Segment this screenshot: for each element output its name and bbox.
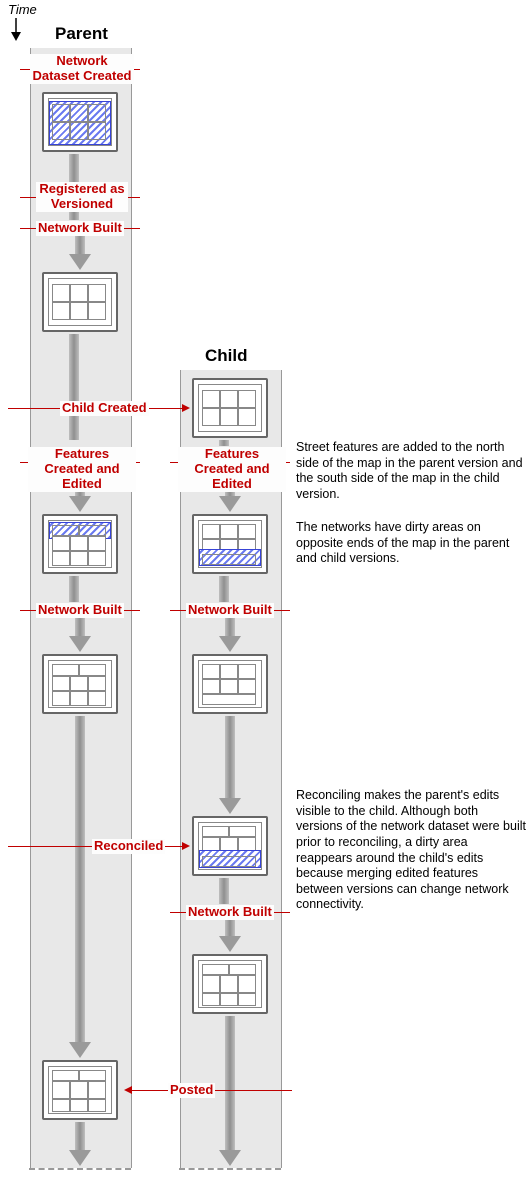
flow-arrow-icon [69,1122,91,1166]
event-label-net-built-child: Network Built [186,603,274,618]
note-3: Reconciling makes the parent's edits vis… [296,788,526,913]
event-label-feat-edited-child: Features Created and Edited [178,447,286,492]
flow-arrow-icon [219,918,241,952]
flow-arrow-icon [219,1016,241,1166]
flow-arrow-icon [69,716,91,1058]
child-lane-end [179,1168,281,1170]
event-label-reconciled: Reconciled [92,839,165,854]
flow-arrow-icon [219,716,241,814]
child-map-initial [192,378,268,438]
flow-arrow-icon [69,576,79,602]
arrow-right-icon [182,404,190,412]
parent-map-initial [42,92,118,152]
child-map-built [192,654,268,714]
flow-arrow-icon [69,618,91,652]
event-label-registered: Registered as Versioned [36,182,128,212]
parent-lane-end [29,1168,131,1170]
flow-arrow-icon [69,334,79,440]
flow-arrow-icon [69,236,91,270]
flow-arrow-icon [219,618,241,652]
arrow-right-icon [182,842,190,850]
event-label-child-created: Child Created [60,401,149,416]
parent-column-header: Parent [55,24,108,44]
parent-map-built [42,272,118,332]
event-label-nd-created: Network Dataset Created [30,54,134,84]
child-column-header: Child [205,346,248,366]
flow-arrow-icon [219,878,229,904]
parent-map-posted [42,1060,118,1120]
event-label-net-built-parent2: Network Built [36,603,124,618]
flow-arrow-icon [69,212,79,220]
note-2: The networks have dirty areas on opposit… [296,520,526,567]
event-label-posted: Posted [168,1083,215,1098]
flow-arrow-icon [219,576,229,602]
event-label-net-built-child2: Network Built [186,905,274,920]
child-map-built2 [192,954,268,1014]
child-map-edited [192,514,268,574]
parent-map-built2 [42,654,118,714]
note-1: Street features are added to the north s… [296,440,526,503]
child-map-reconciled [192,816,268,876]
time-label: Time [8,2,37,17]
parent-map-edited [42,514,118,574]
event-label-net-built: Network Built [36,221,124,236]
arrow-left-icon [124,1086,132,1094]
time-arrow-icon [10,18,22,42]
event-label-feat-edited-parent: Features Created and Edited [28,447,136,492]
